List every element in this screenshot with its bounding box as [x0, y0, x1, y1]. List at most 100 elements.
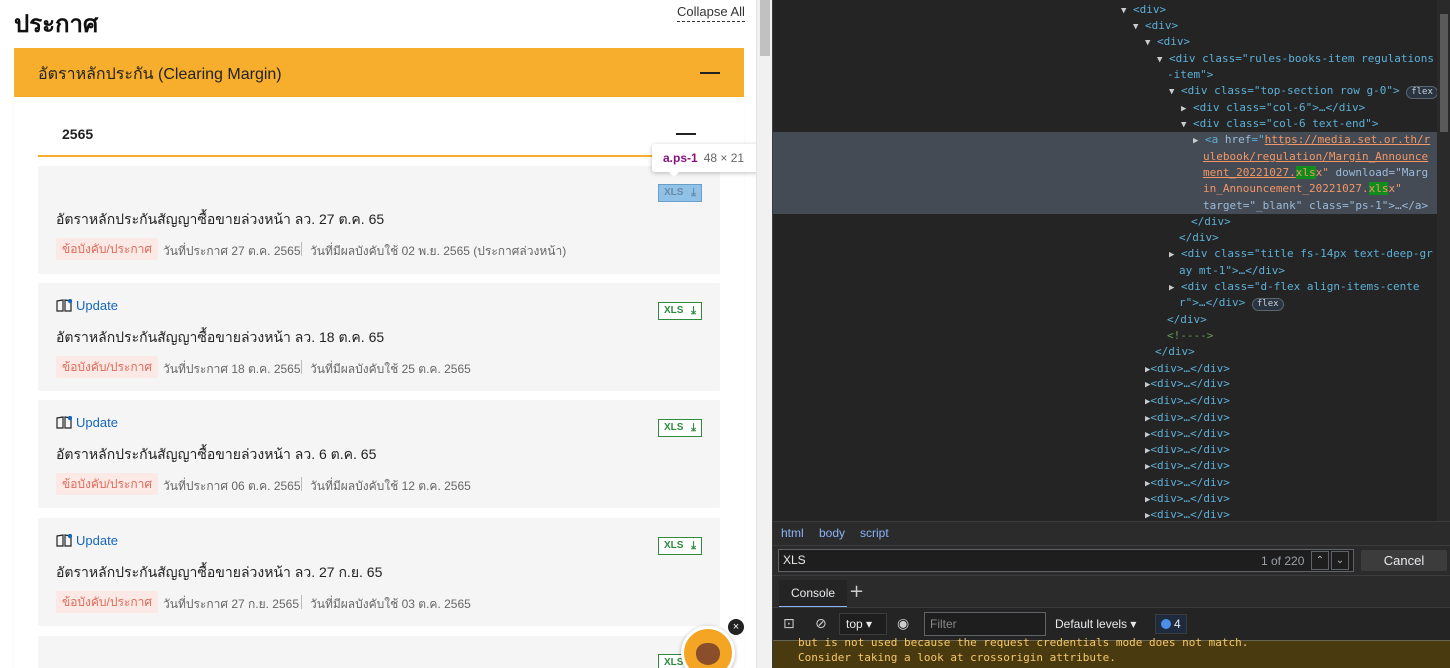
- announcement-card: Update XLS ⤓ อัตราหลักประกันสัญญาซื้อขาย…: [38, 400, 720, 508]
- web-page: ประกาศ Collapse All อัตราหลักประกัน (Cle…: [0, 0, 772, 668]
- breadcrumb-script[interactable]: script: [860, 526, 889, 540]
- dom-node[interactable]: </div>: [1167, 312, 1207, 328]
- dom-node[interactable]: </div>: [1179, 230, 1219, 246]
- dom-node[interactable]: ▶<div>…</div>: [1145, 507, 1230, 521]
- dom-node[interactable]: ▶<div>…</div>: [1145, 393, 1230, 409]
- log-levels-select[interactable]: Default levels ▾: [1055, 617, 1136, 631]
- card-title[interactable]: อัตราหลักประกันสัญญาซื้อขายล่วงหน้า ลว. …: [56, 327, 384, 349]
- year-divider: [38, 155, 720, 157]
- eye-icon[interactable]: ◉: [897, 616, 909, 632]
- xls-download-button[interactable]: XLS ⤓: [658, 537, 702, 555]
- meta-divider: [301, 360, 302, 374]
- dom-node[interactable]: ▶<div>…</div>: [1145, 376, 1230, 392]
- collapse-icon[interactable]: [700, 72, 720, 74]
- dom-comment[interactable]: <!---->: [1167, 328, 1213, 344]
- dom-node[interactable]: ▶<div>…</div>: [1145, 491, 1230, 507]
- xls-download-button[interactable]: XLS ⤓: [658, 419, 702, 437]
- meta-divider: [301, 595, 302, 609]
- card-title[interactable]: อัตราหลักประกันสัญญาซื้อขายล่วงหน้า ลว. …: [56, 444, 376, 466]
- flex-badge: flex: [1251, 298, 1284, 311]
- update-label: Update: [76, 533, 118, 548]
- announcement-card: Update XLS ⤓ อัตราหลักประกันสัญญาซื้อขาย…: [38, 518, 720, 626]
- message-icon: [1161, 619, 1171, 629]
- console-warning: but is not used because the request cred…: [773, 636, 1450, 668]
- context-select[interactable]: top ▾: [839, 613, 887, 635]
- download-icon: ⤓: [691, 422, 696, 434]
- update-label: Update: [76, 298, 118, 313]
- inspector-tooltip: a.ps-1 48 × 21: [652, 144, 760, 172]
- category-tag: ข้อบังคับ/ประกาศ: [56, 356, 158, 378]
- clear-console-icon[interactable]: ⊘: [815, 616, 827, 632]
- search-next-button[interactable]: ⌄: [1331, 551, 1349, 570]
- dom-node-wrap: target="_blank" class="ps-1">…</a>: [1203, 199, 1429, 212]
- accordion-title: อัตราหลักประกัน (Clearing Margin): [38, 66, 282, 83]
- dom-node-wrap: r">…</div> flex: [1179, 295, 1284, 311]
- page-scrollbar[interactable]: [756, 0, 772, 668]
- search-cancel-button[interactable]: Cancel: [1361, 550, 1447, 571]
- announce-date: วันที่ประกาศ 27 ต.ค. 2565: [163, 244, 301, 258]
- dom-node[interactable]: ▼ <div>: [1145, 34, 1190, 50]
- dom-node[interactable]: ▶ <div class="d-flex align-items-cente: [1169, 279, 1419, 295]
- dom-node[interactable]: ▼ <div>: [1133, 18, 1178, 34]
- xls-label: XLS: [664, 305, 684, 316]
- xls-download-button[interactable]: XLS ⤓: [658, 302, 702, 320]
- dom-node[interactable]: ▶<div>…</div>: [1145, 426, 1230, 442]
- elements-scrollbar[interactable]: [1437, 0, 1450, 521]
- devtools-panel: ▼ <div> ▼ <div> ▼ <div> ▼ <div class="ru…: [772, 0, 1450, 668]
- breadcrumb-body[interactable]: body: [819, 526, 845, 540]
- dom-node[interactable]: ▶<div>…</div>: [1145, 475, 1230, 491]
- search-prev-button[interactable]: ⌃: [1311, 551, 1329, 570]
- category-tag: ข้อบังคับ/ประกาศ: [56, 473, 158, 495]
- console-message-line: Consider taking a look at crossorigin at…: [798, 651, 1116, 664]
- card-title[interactable]: อัตราหลักประกันสัญญาซื้อขายล่วงหน้า ลว. …: [56, 209, 384, 231]
- search-match: xls: [1368, 182, 1389, 195]
- dom-node-wrap: ulebook/regulation/Margin_Announce: [1203, 150, 1429, 163]
- issues-badge[interactable]: 4: [1155, 614, 1187, 634]
- add-tab-icon[interactable]: +: [849, 581, 864, 602]
- dom-node[interactable]: ▼ <div class="col-6 text-end">: [1181, 116, 1378, 132]
- dom-node[interactable]: ▶<div>…</div>: [1145, 410, 1230, 426]
- sidebar-toggle-icon[interactable]: ⊡: [783, 616, 795, 632]
- download-icon: ⤓: [691, 187, 696, 199]
- accordion-header[interactable]: อัตราหลักประกัน (Clearing Margin): [14, 48, 744, 97]
- dom-node[interactable]: ▶ <div class="col-6">…</div>: [1181, 100, 1365, 116]
- dom-node[interactable]: ▼ <div class="rules-books-item regulatio…: [1157, 51, 1434, 67]
- dom-node[interactable]: </div>: [1191, 214, 1231, 230]
- card-title[interactable]: อัตราหลักประกันสัญญาซื้อขายล่วงหน้า ลว. …: [56, 562, 382, 584]
- book-update-icon: [56, 533, 73, 547]
- dom-node[interactable]: ▼ <div>: [1121, 2, 1166, 18]
- drawer-tab-bar: Console +: [773, 575, 1450, 608]
- xls-label: XLS: [664, 187, 684, 198]
- dom-node[interactable]: ▶<div>…</div>: [1145, 458, 1230, 474]
- tab-console[interactable]: Console: [779, 580, 848, 608]
- breadcrumb-html[interactable]: html: [781, 526, 804, 540]
- dom-node-wrap: ay mt-1">…</div>: [1179, 264, 1285, 277]
- announce-date: วันที่ประกาศ 27 ก.ย. 2565: [163, 597, 299, 611]
- update-link[interactable]: Update: [56, 415, 118, 430]
- dom-node[interactable]: ▶<div>…</div>: [1145, 442, 1230, 458]
- scrollbar-thumb[interactable]: [1440, 14, 1448, 132]
- update-link[interactable]: Update: [56, 298, 118, 313]
- scrollbar-thumb[interactable]: [760, 0, 770, 56]
- update-link[interactable]: Update: [56, 533, 118, 548]
- update-label: Update: [76, 415, 118, 430]
- announcement-card: Update XLS ⤓ อัตราหลักประกันสัญญาซื้อขาย…: [38, 283, 720, 391]
- dom-node[interactable]: ▶<div>…</div>: [1145, 361, 1230, 377]
- effective-date: วันที่มีผลบังคับใช้ 03 ต.ค. 2565: [310, 597, 471, 611]
- book-update-icon: [56, 298, 73, 312]
- dom-node[interactable]: ▶ <div class="title fs-14px text-deep-gr: [1169, 246, 1433, 262]
- collapse-all-link[interactable]: Collapse All: [677, 4, 745, 22]
- console-filter-input[interactable]: Filter: [924, 612, 1046, 636]
- year-label[interactable]: 2565: [62, 126, 93, 142]
- close-icon[interactable]: ×: [728, 619, 744, 635]
- year-collapse-icon[interactable]: [676, 133, 696, 135]
- dom-node[interactable]: ▼ <div class="top-section row g-0"> flex: [1169, 83, 1437, 99]
- dom-node[interactable]: </div>: [1155, 344, 1195, 360]
- meta-divider: [301, 477, 302, 491]
- selected-dom-node[interactable]: ▶ <a href="https://media.set.or.th/r: [1193, 132, 1430, 148]
- book-update-icon: [56, 415, 73, 429]
- xls-download-button[interactable]: XLS ⤓: [658, 184, 702, 202]
- download-icon: ⤓: [691, 305, 696, 317]
- meta-divider: [301, 242, 302, 256]
- search-match-count: 1 of 220: [1261, 554, 1305, 568]
